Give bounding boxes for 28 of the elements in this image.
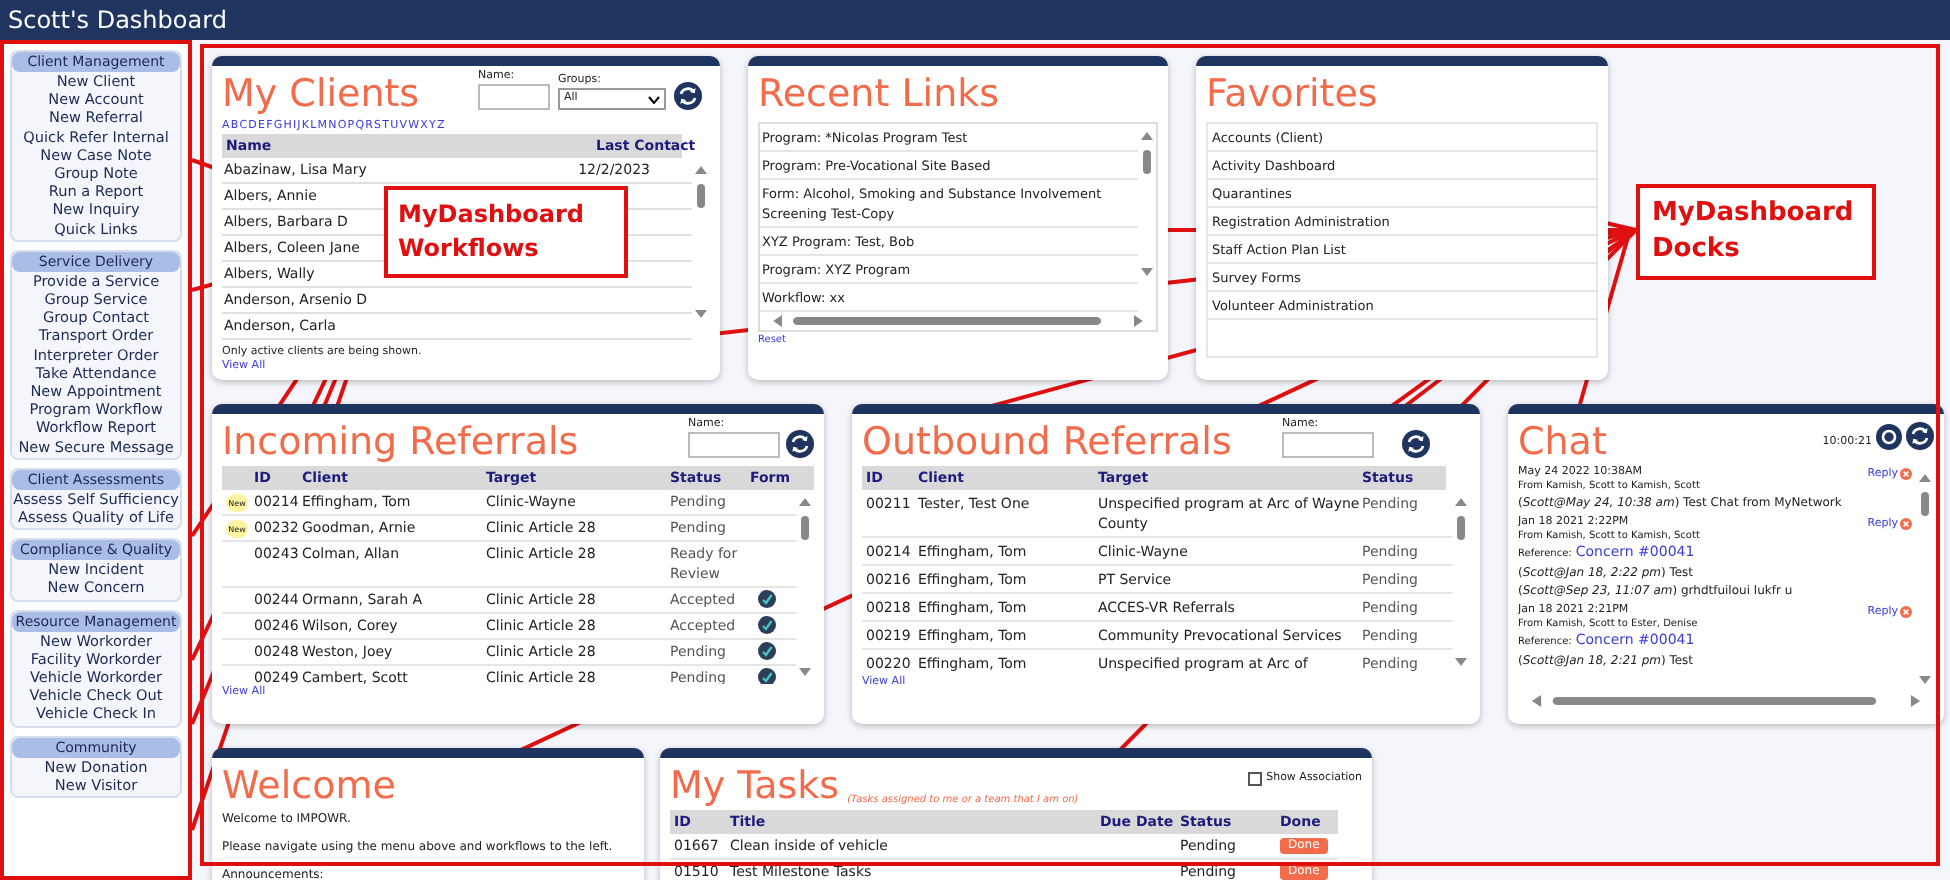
- refresh-icon[interactable]: [1906, 422, 1934, 450]
- name-field[interactable]: [688, 432, 780, 458]
- settings-icon[interactable]: [1876, 424, 1902, 450]
- panel-title: Incoming Referrals: [222, 418, 579, 466]
- panel-title: Outbound Referrals: [862, 418, 1232, 466]
- panel-title: Favorites: [1206, 70, 1378, 118]
- title-bar: Scott's Dashboard: [0, 0, 1950, 40]
- name-field[interactable]: [1282, 432, 1374, 458]
- show-association-checkbox[interactable]: [1248, 771, 1263, 786]
- form-icon[interactable]: [757, 590, 775, 608]
- name-field[interactable]: [478, 84, 550, 110]
- refresh-icon[interactable]: [786, 430, 814, 458]
- panel-title: Welcome: [222, 762, 396, 810]
- panel-title: Recent Links: [758, 70, 1000, 118]
- form-icon[interactable]: [757, 668, 775, 684]
- refresh-icon[interactable]: [674, 82, 702, 110]
- panel-title: My Tasks: [670, 762, 840, 810]
- delete-icon[interactable]: [1900, 605, 1912, 618]
- panel-title: My Clients: [222, 70, 420, 118]
- delete-icon[interactable]: [1900, 517, 1912, 530]
- annotation-callout: MyDashboard Workflows: [384, 186, 628, 278]
- refresh-icon[interactable]: [1402, 430, 1430, 458]
- delete-icon[interactable]: [1900, 468, 1912, 481]
- panel-title: Chat: [1518, 418, 1607, 466]
- form-icon[interactable]: [757, 616, 775, 634]
- annotation-callout: MyDashboard Docks: [1636, 184, 1876, 280]
- form-icon[interactable]: [757, 642, 775, 660]
- chevron-icon: [648, 95, 660, 103]
